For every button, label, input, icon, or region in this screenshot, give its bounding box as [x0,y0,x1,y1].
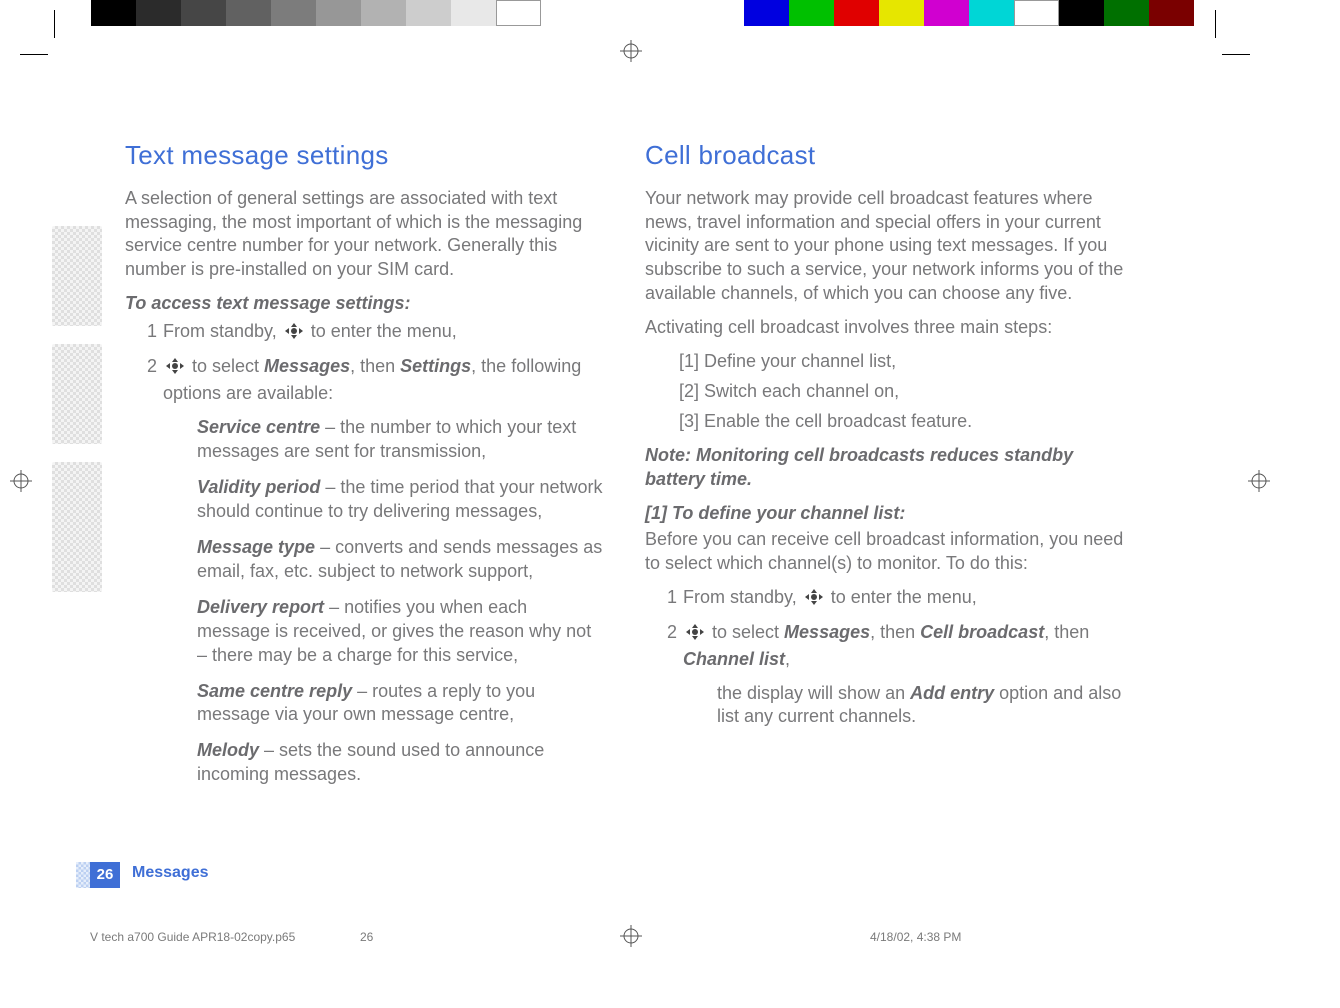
sub-text: the display will show an [717,683,910,703]
step-item: 1 From standby, to enter the menu, [659,586,1125,613]
intro-paragraph: Your network may provide cell broadcast … [645,187,1125,307]
option-term: Same centre reply [197,681,352,701]
step-text: From standby, [163,321,282,341]
option-term: Delivery report [197,597,324,617]
ui-term: Channel list [683,649,785,669]
main-step: [3] Enable the cell broadcast feature. [679,410,1125,434]
ui-term: Settings [400,356,471,376]
crop-mark [1215,10,1216,38]
option-item: Service centre – the number to which you… [197,416,605,464]
nav-key-icon [165,357,185,382]
option-item: Delivery report – notifies you when each… [197,596,605,668]
step-text: From standby, [683,587,802,607]
crop-mark [20,54,48,55]
ui-term: Add entry [910,683,994,703]
page-ornament [52,462,102,592]
main-steps-list: [1] Define your channel list, [2] Switch … [679,350,1125,434]
registration-mark-icon [10,470,32,492]
page-ornament [52,344,102,444]
main-step: [1] Define your channel list, [679,350,1125,374]
crop-mark [54,10,55,38]
page-number: 26 [90,862,120,888]
right-column: Cell broadcast Your network may provide … [645,138,1125,741]
option-term: Service centre [197,417,320,437]
footer-section-title: Messages [132,864,209,882]
step-item: 1 From standby, to enter the menu, [139,320,605,347]
nav-key-icon [284,322,304,347]
define-intro: Before you can receive cell broadcast in… [645,528,1125,576]
ui-term: Messages [784,622,870,642]
ui-term: Cell broadcast [920,622,1044,642]
registration-mark-icon [620,40,642,62]
step-item: 2 to select Messages, then Settings, the… [139,355,605,787]
access-label: To access text message settings: [125,292,605,316]
step-text: , [785,649,790,669]
main-step: [2] Switch each channel on, [679,380,1125,404]
crop-mark [1222,54,1250,55]
section-heading-cell-broadcast: Cell broadcast [645,138,1125,173]
page-ornament [52,226,102,326]
nav-key-icon [804,588,824,613]
footer-pagenum: 26 [360,930,373,944]
option-item: Message type – converts and sends messag… [197,536,605,584]
nav-key-icon [685,623,705,648]
intro-paragraph: A selection of general settings are asso… [125,187,605,283]
footer-filename: V tech a700 Guide APR18-02copy.p65 [90,930,295,944]
note-text: Note: Monitoring cell broadcasts reduces… [645,444,1125,492]
color-calibration-bar [744,0,1194,26]
activating-line: Activating cell broadcast involves three… [645,316,1125,340]
footer-timestamp: 4/18/02, 4:38 PM [870,930,961,944]
option-item: Same centre reply – routes a reply to yo… [197,680,605,728]
registration-mark-icon [620,925,642,947]
options-list: Service centre – the number to which you… [197,416,605,787]
option-term: Message type [197,537,315,557]
step-text: , then [350,356,400,376]
ui-term: Messages [264,356,350,376]
section-heading-text-settings: Text message settings [125,138,605,173]
step-text: , then [870,622,920,642]
gray-calibration-bar [91,0,541,26]
option-item: Melody – sets the sound used to announce… [197,739,605,787]
option-term: Melody [197,740,259,760]
step-text: to enter the menu, [826,587,977,607]
step-text: , then [1044,622,1089,642]
step-item: 2 to select Messages, then Cell broadcas… [659,621,1125,730]
define-label: [1] To define your channel list: [645,502,1125,526]
option-item: Validity period – the time period that y… [197,476,605,524]
left-column: Text message settings A selection of gen… [125,138,605,799]
step-text: to select [187,356,264,376]
step-text: to select [707,622,784,642]
option-term: Validity period [197,477,320,497]
registration-mark-icon [1248,470,1270,492]
sub-note: the display will show an Add entry optio… [717,682,1125,730]
step-text: to enter the menu, [306,321,457,341]
